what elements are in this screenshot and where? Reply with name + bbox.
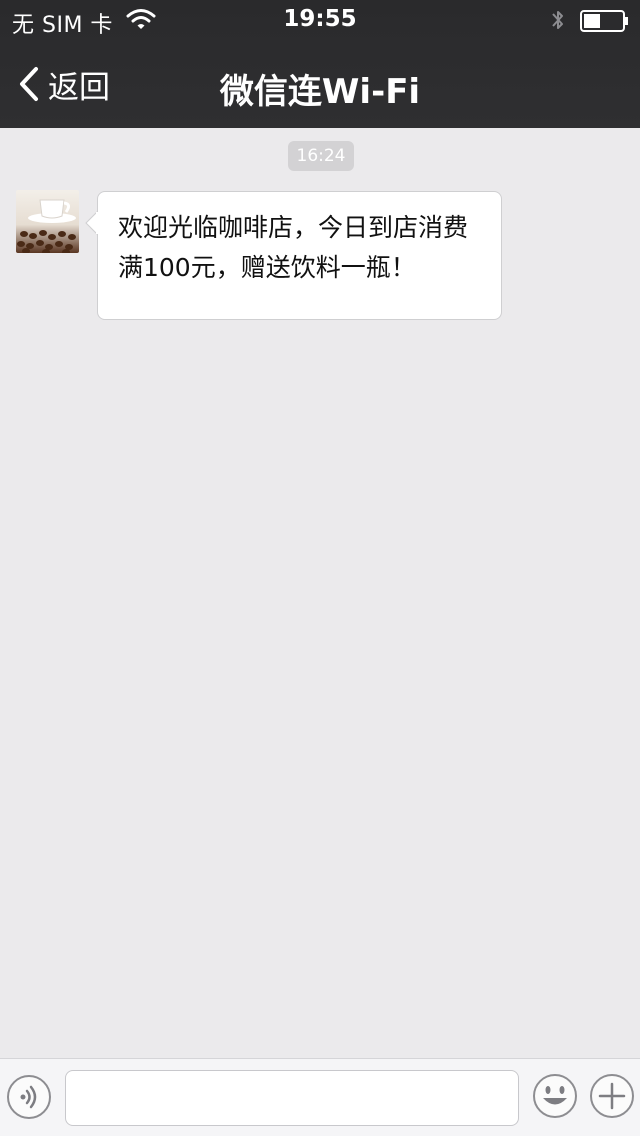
nav-bar: 返回 微信连Wi-Fi <box>0 40 640 128</box>
input-bar <box>0 1058 640 1136</box>
message-text: 欢迎光临咖啡店，今日到店消费满100元，赠送饮料一瓶！ <box>118 213 469 282</box>
status-bar: 无 SIM 卡 19:55 <box>0 0 640 40</box>
message-bubble[interactable]: 欢迎光临咖啡店，今日到店消费满100元，赠送饮料一瓶！ <box>97 191 502 320</box>
bluetooth-icon <box>552 11 563 29</box>
message-timestamp: 16:24 <box>288 141 354 171</box>
status-time: 19:55 <box>283 6 357 32</box>
emoji-button[interactable] <box>532 1073 578 1119</box>
battery-icon <box>580 10 628 32</box>
top-bar: 无 SIM 卡 19:55 返回 微信连Wi-Fi <box>0 0 640 128</box>
plus-icon <box>590 1074 634 1118</box>
coffee-cup-icon <box>16 190 79 253</box>
coffee-cup-avatar[interactable] <box>16 190 79 253</box>
bubble-tail-cover <box>96 212 100 234</box>
message-input[interactable] <box>65 1070 519 1126</box>
chat-area[interactable]: 16:24 欢迎光临咖啡店，今日到店消费满100元，赠送饮料一瓶！ <box>0 128 640 1058</box>
emoji-icon <box>533 1074 577 1118</box>
add-button[interactable] <box>589 1073 635 1119</box>
voice-button[interactable] <box>7 1075 51 1119</box>
page-title: 微信连Wi-Fi <box>219 72 421 112</box>
voice-icon <box>20 1085 37 1109</box>
